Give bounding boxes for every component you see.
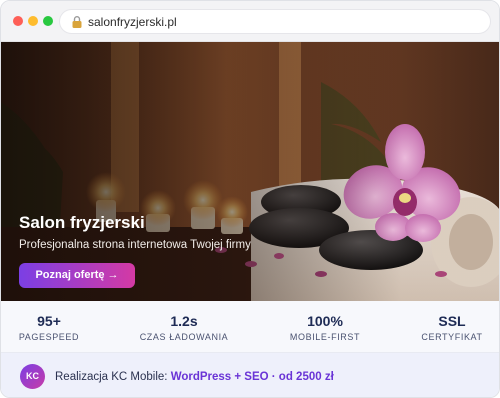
browser-window: salonfryzjerski.pl Salon fryzjerski Prof… (0, 0, 500, 398)
stats-bar: 95+ PAGESPEED 1.2s CZAS ŁADOWANIA 100% M… (1, 301, 499, 353)
hero-title: Salon fryzjerski (19, 213, 145, 232)
stat-load-time: 1.2s CZAS ŁADOWANIA (129, 313, 239, 342)
zoom-window-button[interactable] (43, 16, 53, 26)
cta-button[interactable]: Poznaj ofertę → (19, 263, 135, 288)
stat-label: CZAS ŁADOWANIA (139, 332, 229, 342)
stat-mobile-first: 100% MOBILE-FIRST (270, 313, 380, 342)
hero-subtitle: Profesjonalna strona internetowa Twojej … (19, 239, 251, 251)
close-window-button[interactable] (13, 16, 23, 26)
footer-bar: KC Realizacja KC Mobile: WordPress + SEO… (1, 353, 499, 397)
footer-text-prefix: Realizacja KC Mobile: (55, 371, 171, 383)
stat-label: PAGESPEED (18, 332, 80, 342)
avatar: KC (20, 364, 45, 389)
stat-ssl: SSL CERTYFIKAT (397, 313, 499, 342)
stat-value: SSL (438, 313, 466, 329)
stat-pagespeed: 95+ PAGESPEED (1, 313, 104, 342)
hero-banner: Salon fryzjerski Profesjonalna strona in… (1, 42, 499, 301)
minimize-window-button[interactable] (28, 16, 38, 26)
url-text: salonfryzjerski.pl (88, 15, 177, 29)
stat-label: CERTYFIKAT (421, 332, 483, 342)
stat-value: 100% (307, 313, 343, 329)
browser-titlebar: salonfryzjerski.pl (1, 1, 499, 42)
stat-value: 95+ (37, 313, 61, 329)
footer-text-highlight: WordPress + SEO · od 2500 zł (170, 371, 334, 383)
stat-value: 1.2s (170, 313, 198, 329)
address-bar[interactable]: salonfryzjerski.pl (59, 9, 491, 34)
stat-label: MOBILE-FIRST (289, 332, 361, 342)
footer-text: Realizacja KC Mobile: WordPress + SEO · … (55, 371, 334, 383)
lock-icon (72, 16, 82, 28)
